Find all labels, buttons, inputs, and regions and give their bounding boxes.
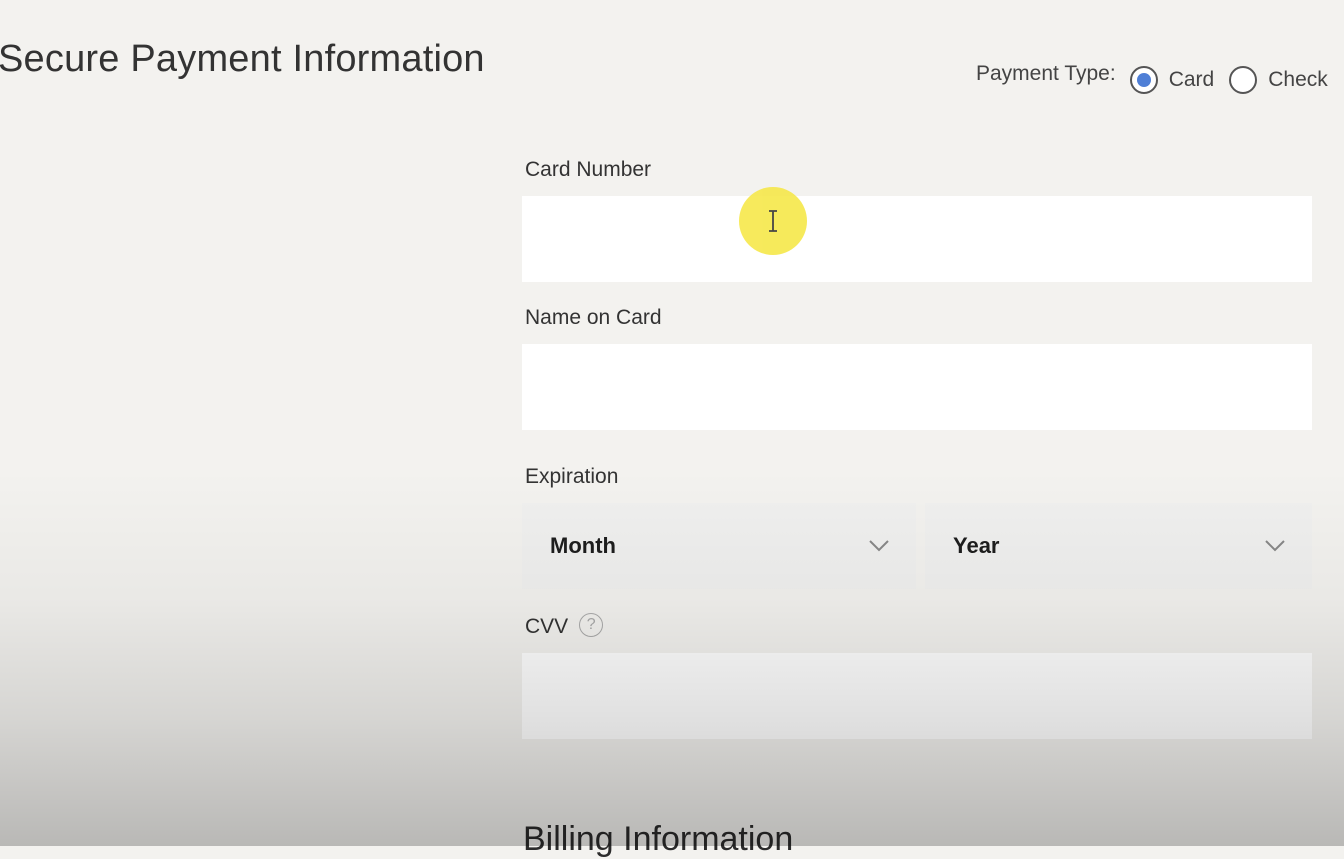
card-number-label: Card Number [525, 158, 652, 181]
card-number-input[interactable] [522, 196, 1312, 282]
chevron-down-icon [1264, 535, 1286, 557]
text-cursor-icon [769, 210, 777, 232]
payment-type-check-option[interactable]: Check [1229, 66, 1328, 94]
cvv-label: CVV [525, 615, 569, 638]
payment-type-card-option[interactable]: Card [1129, 66, 1215, 94]
expiration-month-select[interactable]: Month [522, 503, 916, 589]
expiration-label: Expiration [525, 465, 619, 488]
cursor-highlight [739, 187, 807, 255]
help-circle-icon[interactable]: ? [579, 613, 604, 638]
payment-type-card-label: Card [1168, 68, 1215, 91]
page-title: Secure Payment Information [0, 38, 485, 80]
expiration-year-value: Year [953, 533, 1000, 558]
radio-checked-icon[interactable] [1129, 66, 1158, 94]
name-on-card-input[interactable] [522, 344, 1312, 430]
chevron-down-icon [868, 535, 890, 557]
cvv-input[interactable] [522, 653, 1312, 739]
name-on-card-label: Name on Card [525, 306, 662, 329]
payment-type-group: Payment Type: Card Check [976, 62, 1343, 94]
expiration-month-value: Month [550, 533, 616, 558]
expiration-year-select[interactable]: Year [925, 503, 1312, 589]
radio-unchecked-icon[interactable] [1229, 66, 1258, 94]
cvv-label-row: CVV? [525, 613, 604, 639]
payment-type-check-label: Check [1268, 68, 1328, 91]
billing-information-heading: Billing Information [523, 820, 794, 858]
payment-type-label: Payment Type: [976, 62, 1116, 85]
